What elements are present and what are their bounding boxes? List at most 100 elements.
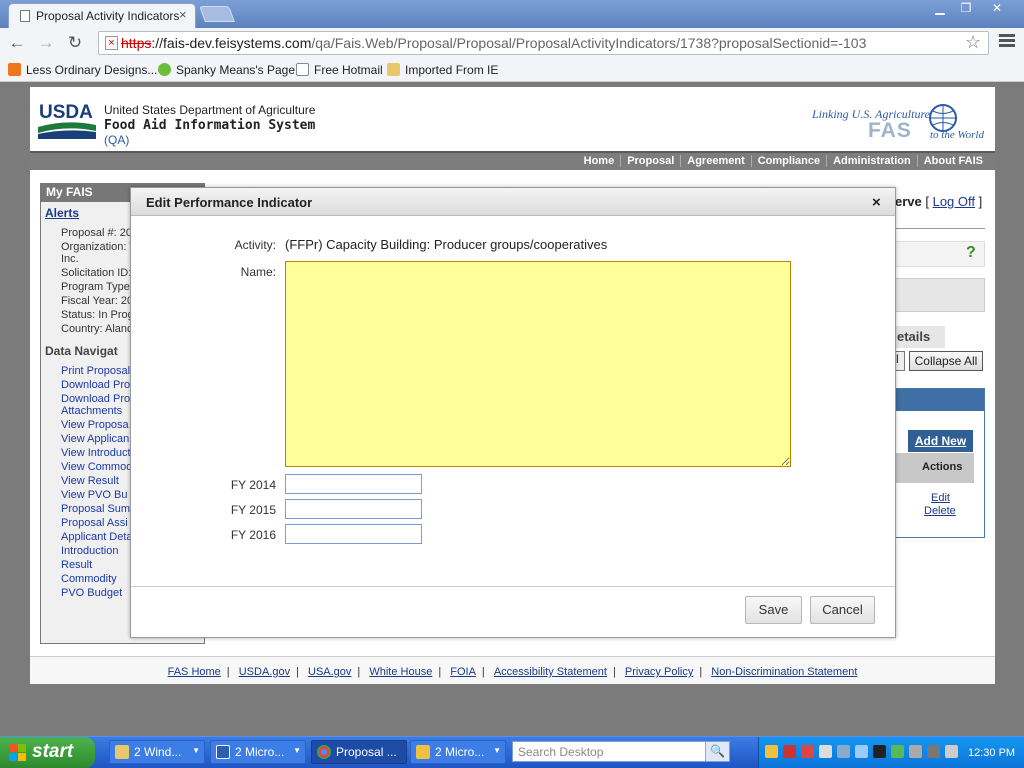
link-view-pvo-budget[interactable]: View PVO Bu	[61, 489, 133, 501]
tray-help-icon[interactable]	[855, 745, 868, 758]
save-button[interactable]: Save	[745, 596, 802, 624]
link-proposal-summary[interactable]: Proposal Summ	[61, 503, 133, 515]
link-pvo-budget[interactable]: PVO Budget	[61, 587, 133, 599]
activity-value: (FFPr) Capacity Building: Producer group…	[285, 237, 608, 252]
taskbar-outlook-group[interactable]: 2 Micro... ▼	[410, 740, 506, 764]
alerts-link[interactable]: Alerts	[45, 206, 79, 220]
help-icon[interactable]: ?	[966, 244, 976, 262]
globe-icon	[158, 63, 171, 76]
fy2016-label: FY 2016	[230, 528, 276, 542]
tray-printer-icon[interactable]	[909, 745, 922, 758]
menu-icon[interactable]	[999, 34, 1015, 52]
bookmark-folder[interactable]: Imported From IE	[387, 63, 498, 79]
nav-administration[interactable]: Administration	[826, 155, 917, 167]
fy2014-input[interactable]	[285, 474, 422, 494]
tray-safe-remove-icon[interactable]	[927, 745, 940, 758]
tab-close-icon[interactable]: ×	[179, 7, 187, 22]
footer-usda[interactable]: USDA.gov	[239, 666, 290, 678]
link-proposal-assistance[interactable]: Proposal Assi	[61, 517, 133, 529]
forward-arrow-icon[interactable]: →	[36, 33, 56, 53]
footer-accessibility[interactable]: Accessibility Statement	[494, 666, 607, 678]
dialog-title: Edit Performance Indicator	[131, 188, 895, 216]
divider	[895, 228, 985, 229]
system-name: Food Aid Information System	[104, 118, 316, 133]
url-text[interactable]: https://fais-dev.feisystems.com/qa/Fais.…	[121, 35, 866, 51]
back-arrow-icon[interactable]: ←	[7, 33, 27, 53]
tray-volume-icon[interactable]	[945, 745, 958, 758]
browser-tab[interactable]: Proposal Activity Indicators ×	[8, 3, 196, 28]
link-view-applicant[interactable]: View Applican	[61, 433, 133, 445]
close-window-button[interactable]: ✕	[984, 1, 1010, 17]
bookmark-item[interactable]: Less Ordinary Designs...	[8, 63, 157, 79]
footer-nondiscrimination[interactable]: Non-Discrimination Statement	[711, 666, 857, 678]
word-icon	[216, 745, 230, 759]
nav-about[interactable]: About FAIS	[916, 155, 989, 167]
new-tab-button[interactable]	[199, 6, 235, 22]
address-bar[interactable]: × https://fais-dev.feisystems.com/qa/Fai…	[98, 31, 989, 55]
footer-privacy[interactable]: Privacy Policy	[625, 666, 693, 678]
footer-fas-home[interactable]: FAS Home	[168, 666, 221, 678]
cancel-button[interactable]: Cancel	[810, 596, 875, 624]
footer-foia[interactable]: FOIA	[450, 666, 476, 678]
link-download-proposal[interactable]: Download Pro	[61, 379, 133, 391]
tab-title: Proposal Activity Indicators	[36, 9, 180, 23]
taskbar-explorer-group[interactable]: 2 Wind... ▼	[109, 740, 205, 764]
link-view-proposal[interactable]: View Proposa	[61, 419, 133, 431]
link-print-proposal[interactable]: Print Proposal	[61, 365, 133, 377]
tray-network-icon[interactable]	[819, 745, 832, 758]
chrome-icon	[317, 745, 331, 759]
nav-proposal[interactable]: Proposal	[620, 155, 680, 167]
link-view-commodity[interactable]: View Commod	[61, 461, 133, 473]
link-commodity[interactable]: Commodity	[61, 573, 133, 585]
collapse-all-button[interactable]: Collapse All	[909, 351, 983, 371]
close-icon[interactable]: ×	[872, 194, 881, 211]
fy2016-input[interactable]	[285, 524, 422, 544]
nav-home[interactable]: Home	[578, 155, 621, 167]
add-new-button[interactable]: Add New	[908, 430, 973, 452]
tray-search-icon[interactable]	[837, 745, 850, 758]
minimize-button[interactable]: ▁	[927, 1, 953, 17]
expand-all-button[interactable]: l	[895, 351, 905, 371]
tray-outlook-icon[interactable]	[765, 745, 778, 758]
details-tab[interactable]: etails	[895, 326, 945, 348]
folder-icon	[115, 745, 129, 759]
tray-update-icon[interactable]	[891, 745, 904, 758]
logoff-link[interactable]: Log Off	[933, 194, 975, 209]
bookmark-item[interactable]: Spanky Means's Page	[158, 63, 295, 79]
reload-icon[interactable]: ↻	[65, 33, 85, 53]
environment-label: (QA)	[104, 133, 130, 147]
svg-text:USDA: USDA	[39, 102, 93, 123]
nav-compliance[interactable]: Compliance	[750, 155, 826, 167]
search-icon[interactable]: 🔍	[705, 742, 729, 761]
desktop-search[interactable]: Search Desktop 🔍	[512, 741, 730, 762]
bookmark-item[interactable]: Free Hotmail	[296, 63, 383, 79]
footer-white-house[interactable]: White House	[369, 666, 432, 678]
nav-agreement[interactable]: Agreement	[680, 155, 750, 167]
fy2015-input[interactable]	[285, 499, 422, 519]
tray-x-icon[interactable]	[801, 745, 814, 758]
tray-shield-icon[interactable]	[783, 745, 796, 758]
link-view-introduction[interactable]: View Introduct	[61, 447, 133, 459]
name-label: Name:	[240, 265, 276, 279]
fy2014-label: FY 2014	[230, 478, 276, 492]
info-status: Status: In Prog	[61, 309, 131, 321]
fas-brand-logo: Linking U.S. Agriculture FAS to the Worl…	[812, 103, 987, 143]
bookmark-star-icon[interactable]: ☆	[965, 32, 981, 53]
link-result[interactable]: Result	[61, 559, 133, 571]
link-view-result[interactable]: View Result	[61, 475, 133, 487]
link-introduction[interactable]: Introduction	[61, 545, 133, 557]
insecure-lock-icon: ×	[105, 36, 118, 50]
name-textarea[interactable]	[285, 261, 791, 467]
tray-monitor-icon[interactable]	[873, 745, 886, 758]
link-download-proposal-attachments[interactable]: Download Pro	[61, 393, 133, 405]
delete-link[interactable]: Delete	[924, 505, 956, 517]
link-applicant-details[interactable]: Applicant Deta	[61, 531, 133, 543]
link-attachments-cont[interactable]: Attachments	[61, 405, 122, 417]
maximize-button[interactable]: ❐	[953, 1, 979, 17]
taskbar-chrome[interactable]: Proposal ...	[311, 740, 407, 764]
footer-usa[interactable]: USA.gov	[308, 666, 351, 678]
taskbar-word-group[interactable]: 2 Micro... ▼	[210, 740, 306, 764]
activity-label: Activity:	[234, 238, 276, 252]
edit-link[interactable]: Edit	[931, 492, 950, 504]
panel-header	[896, 389, 984, 411]
